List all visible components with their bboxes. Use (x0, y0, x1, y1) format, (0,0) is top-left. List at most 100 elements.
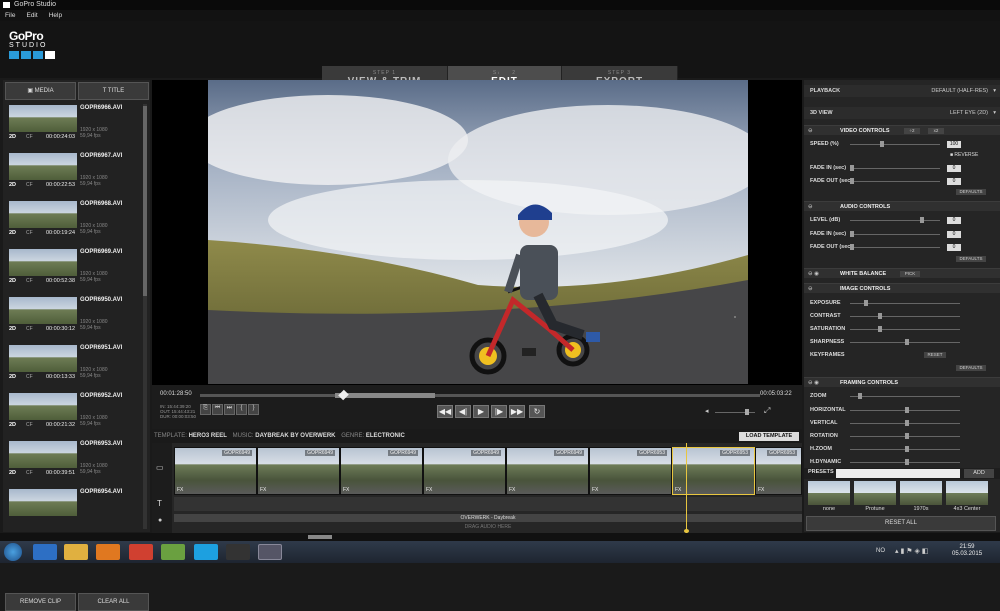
video-viewer (152, 80, 802, 385)
framing-controls-header[interactable]: ⊖ ◉ FRAMING CONTROLS (804, 377, 1000, 387)
title-track[interactable] (174, 497, 802, 511)
menu-edit[interactable]: Edit (26, 12, 37, 19)
fullscreen-icon[interactable]: ⤢ (764, 406, 770, 416)
timeline-playhead[interactable] (686, 443, 687, 533)
image-defaults-button[interactable]: DEFAULTS (956, 365, 986, 371)
media-scrollbar[interactable] (143, 104, 147, 529)
timeline-clip[interactable]: GOPR6953 FX (672, 447, 755, 495)
playback-row[interactable]: PLAYBACK DEFAULT (HALF-RES) ▾ (804, 85, 1000, 97)
audio-fade-out-row: FADE OUT (sec) 0 (804, 243, 1000, 252)
clip-name: GOPR6952.AVI (80, 393, 123, 399)
zoom-row: ZOOM (804, 392, 1000, 401)
timeline-clip[interactable]: GOPR6953 FX (755, 447, 802, 495)
white-balance-header[interactable]: ⊖ ◉ WHITE BALANCE PICK (804, 268, 1000, 278)
start-button[interactable] (4, 543, 22, 561)
mark-in-brace-button[interactable]: { (236, 404, 247, 415)
media-clip[interactable]: GOPR6966.AVI 1920 x 1080 59,94 fps 2D CF 0… (6, 103, 141, 149)
play-button[interactable]: ▶ (473, 405, 489, 418)
media-panel: ▣ MEDIA T TITLE GOPR6966.AVI 1920 x 1080… (3, 80, 150, 611)
clip-info: 1920 x 1080 59,94 fps (80, 319, 108, 331)
total-time: 00:05:03:22 (760, 391, 792, 397)
pick-button[interactable]: PICK (900, 271, 920, 277)
exposure-row: EXPOSURE (804, 299, 1000, 308)
timeline-clip[interactable]: GOPR6953 FX (589, 447, 672, 495)
step-back-button[interactable]: ◀| (455, 405, 471, 418)
media-tab[interactable]: ▣ MEDIA (5, 82, 76, 100)
explorer-icon[interactable] (64, 544, 88, 560)
app-icon-green[interactable] (161, 544, 185, 560)
clip-duration: 00:00:39:51 (46, 470, 76, 476)
hdynamic-row: H.DYNAMIC (804, 458, 1000, 467)
mark-out-brace-button[interactable]: } (248, 404, 259, 415)
remove-clip-button[interactable]: REMOVE CLIP (5, 593, 76, 611)
video-defaults-button[interactable]: DEFAULTS (956, 189, 986, 195)
scrub-bar[interactable] (200, 389, 760, 401)
transport-bar: 00:01:28:50 00:05:03:22 IN: 15:44:39:20 O… (152, 385, 802, 429)
video-controls-header[interactable]: ⊖ VIDEO CONTROLS ÷2 x2 (804, 125, 1000, 135)
audio-track[interactable]: OVERWERK - Daybreak (174, 514, 802, 522)
loop-button[interactable]: ↻ (529, 405, 545, 418)
fast-forward-button[interactable]: ▶▶ (509, 405, 525, 418)
audio-defaults-button[interactable]: DEFAULTS (956, 256, 986, 262)
keyframe-reset-button[interactable]: RESET (924, 352, 946, 358)
gopro-taskbar-icon[interactable] (258, 544, 282, 560)
vertical-row: VERTICAL (804, 419, 1000, 428)
media-player-icon[interactable] (96, 544, 120, 560)
rotation-row: ROTATION (804, 432, 1000, 441)
ie-icon[interactable] (33, 544, 57, 560)
preset-4x3-center[interactable] (946, 481, 988, 505)
media-clip[interactable]: GOPR6967.AVI 1920 x 1080 59,94 fps 2D CF 0… (6, 151, 141, 197)
media-clip[interactable]: GOPR6969.AVI 1920 x 1080 59,94 fps 2D CF 0… (6, 247, 141, 293)
window-title: GoPro Studio (14, 1, 57, 8)
timeline-clip[interactable]: GOPR6949 FX (423, 447, 506, 495)
3d-view-row[interactable]: 3D VIEW LEFT EYE (2D) ▾ (804, 107, 1000, 119)
media-clip[interactable]: GOPR6954.AVI (6, 487, 141, 533)
media-clip[interactable]: GOPR6953.AVI 1920 x 1080 59,94 fps 2D CF 0… (6, 439, 141, 485)
media-clip[interactable]: GOPR6952.AVI 1920 x 1080 59,94 fps 2D CF 0… (6, 391, 141, 437)
menu-help[interactable]: Help (49, 12, 62, 19)
clock[interactable]: 21:59 05.03.2015 (952, 544, 982, 558)
volume-icon: ◂ (705, 408, 709, 415)
reset-all-button[interactable]: RESET ALL (806, 516, 996, 531)
volume-slider[interactable] (715, 409, 755, 415)
preset-protune[interactable] (854, 481, 896, 505)
half-speed-button[interactable]: ÷2 (904, 128, 920, 134)
preset-name-input[interactable] (836, 469, 960, 478)
timeline-clip[interactable]: GOPR6949 FX (174, 447, 257, 495)
playhead-knob[interactable] (338, 389, 349, 401)
step-forward-button[interactable]: |▶ (491, 405, 507, 418)
speed-value[interactable]: 100 (947, 141, 961, 148)
split-button[interactable]: ⏮ (212, 404, 223, 415)
menu-file[interactable]: File (5, 12, 15, 19)
media-clip[interactable]: GOPR6951.AVI 1920 x 1080 59,94 fps 2D CF 0… (6, 343, 141, 389)
media-clip[interactable]: GOPR6950.AVI 1920 x 1080 59,94 fps 2D CF 0… (6, 295, 141, 341)
template-name: HERO3 REEL (188, 433, 227, 439)
mark-in-button[interactable]: ⎘ (200, 404, 211, 415)
timeline-clip[interactable]: GOPR6949 FX (506, 447, 589, 495)
preset-1970s[interactable] (900, 481, 942, 505)
zoom-handle[interactable] (308, 535, 332, 539)
app-icon (3, 2, 10, 8)
clear-all-button[interactable]: CLEAR ALL (78, 593, 149, 611)
mark-buttons: ⎘ ⏮ ⏭ { } (200, 404, 259, 415)
timeline-clip[interactable]: GOPR6949 FX (340, 447, 423, 495)
add-preset-button[interactable]: ADD (964, 469, 994, 478)
image-controls-header[interactable]: ⊖ IMAGE CONTROLS (804, 283, 1000, 293)
load-template-button[interactable]: LOAD TEMPLATE (739, 432, 799, 441)
reverse-checkbox[interactable]: ■ REVERSE (950, 152, 978, 158)
rewind-button[interactable]: ◀◀ (437, 405, 453, 418)
chrome-icon[interactable] (129, 544, 153, 560)
tray-icons[interactable]: ▴ ▮ ⚑ ◈ ◧ (895, 547, 928, 555)
skype-icon[interactable] (194, 544, 218, 560)
media-clip[interactable]: GOPR6968.AVI 1920 x 1080 59,94 fps 2D CF 0… (6, 199, 141, 245)
double-speed-button[interactable]: x2 (928, 128, 944, 134)
split-end-button[interactable]: ⏭ (224, 404, 235, 415)
video-frame[interactable] (208, 80, 748, 384)
audio-controls-header[interactable]: ⊖ AUDIO CONTROLS (804, 201, 1000, 211)
title-tab[interactable]: T TITLE (78, 82, 149, 100)
preset-none[interactable] (808, 481, 850, 505)
language-indicator[interactable]: NO (876, 548, 885, 554)
steam-icon[interactable] (226, 544, 250, 560)
speed-row: SPEED (%) 100 (804, 140, 1000, 149)
timeline-clip[interactable]: GOPR6949 FX (257, 447, 340, 495)
